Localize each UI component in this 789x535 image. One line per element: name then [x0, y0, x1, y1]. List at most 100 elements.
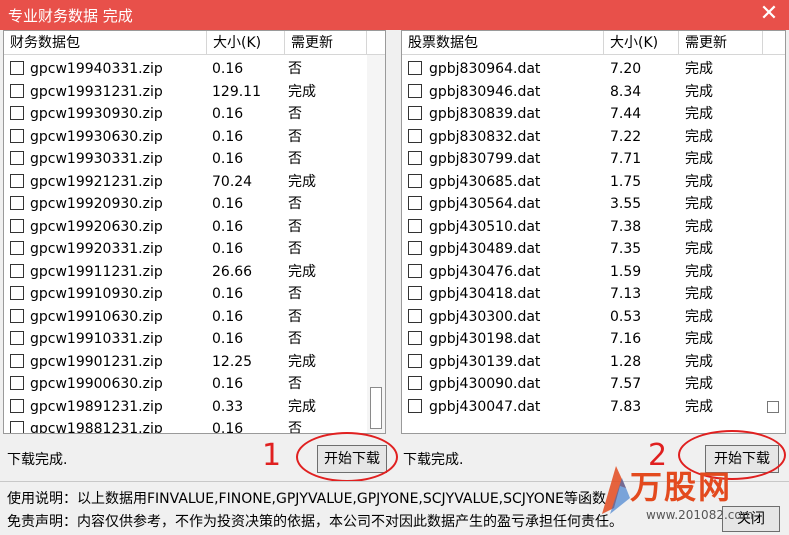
row-checkbox[interactable] — [10, 263, 24, 278]
file-size: 1.75 — [610, 173, 642, 190]
row-checkbox[interactable] — [10, 353, 24, 368]
file-size: 0.16 — [212, 331, 244, 347]
file-name: gpbj430090.dat — [429, 376, 541, 392]
table-row[interactable]: gpcw19931231.zip 129.11 完成 — [4, 81, 385, 104]
row-checkbox[interactable] — [408, 218, 422, 233]
table-row[interactable]: gpbj430489.dat 7.35 完成 — [402, 238, 785, 261]
table-row[interactable]: gpbj430418.dat 7.13 完成 — [402, 283, 785, 306]
file-name: gpcw19881231.zip — [30, 421, 163, 434]
col-header-size[interactable]: 大小(K) — [207, 31, 285, 55]
row-checkbox[interactable] — [408, 398, 422, 413]
table-row[interactable]: gpbj830799.dat 7.71 完成 — [402, 148, 785, 171]
row-checkbox[interactable] — [408, 128, 422, 143]
file-name: gpbj430685.dat — [429, 173, 541, 190]
table-row[interactable]: gpcw19910930.zip 0.16 否 — [4, 283, 385, 306]
file-size: 0.16 — [212, 128, 244, 145]
update-status: 否 — [288, 151, 302, 167]
row-checkbox[interactable] — [408, 331, 422, 345]
stock-data-list: 股票数据包 大小(K) 需更新 gpbj830964.dat 7.20 完成 gpbj… — [401, 30, 786, 434]
row-checkbox[interactable] — [10, 106, 24, 120]
row-checkbox[interactable] — [408, 263, 422, 278]
file-name: gpbj430139.dat — [429, 353, 541, 370]
row-checkbox[interactable] — [10, 241, 24, 255]
row-checkbox[interactable] — [408, 196, 422, 210]
row-checkbox[interactable] — [10, 376, 24, 390]
row-checkbox[interactable] — [408, 376, 422, 390]
row-checkbox[interactable] — [408, 106, 422, 120]
row-checkbox[interactable] — [10, 128, 24, 143]
table-row[interactable]: gpbj430564.dat 3.55 完成 — [402, 193, 785, 216]
row-checkbox[interactable] — [10, 173, 24, 188]
table-row[interactable]: gpcw19920331.zip 0.16 否 — [4, 238, 385, 261]
row-checkbox[interactable] — [408, 61, 422, 75]
row-checkbox[interactable] — [408, 173, 422, 188]
finance-list-scrollbar[interactable] — [367, 55, 385, 433]
col-header-finance-package[interactable]: 财务数据包 — [4, 31, 207, 55]
table-row[interactable]: gpcw19900630.zip 0.16 否 — [4, 373, 385, 396]
scroll-corner-box — [767, 401, 779, 413]
row-checkbox[interactable] — [408, 308, 422, 323]
update-status: 完成 — [685, 106, 713, 122]
table-row[interactable]: gpcw19910331.zip 0.16 否 — [4, 328, 385, 351]
col-header-needs-update[interactable]: 需更新 — [679, 31, 763, 55]
col-header-size[interactable]: 大小(K) — [604, 31, 679, 55]
col-header-needs-update[interactable]: 需更新 — [285, 31, 367, 55]
table-row[interactable]: gpbj430047.dat 7.83 完成 — [402, 396, 785, 419]
table-row[interactable]: gpcw19881231.zip 0.16 否 — [4, 418, 385, 434]
file-size: 0.16 — [212, 151, 244, 167]
row-checkbox[interactable] — [408, 241, 422, 255]
file-name: gpbj430510.dat — [429, 218, 541, 235]
row-checkbox[interactable] — [10, 286, 24, 300]
file-name: gpcw19891231.zip — [30, 398, 163, 415]
row-checkbox[interactable] — [10, 331, 24, 345]
row-checkbox[interactable] — [408, 151, 422, 165]
table-row[interactable]: gpbj430139.dat 1.28 完成 — [402, 351, 785, 374]
row-checkbox[interactable] — [10, 421, 24, 433]
table-row[interactable]: gpcw19921231.zip 70.24 完成 — [4, 171, 385, 194]
table-row[interactable]: gpbj430685.dat 1.75 完成 — [402, 171, 785, 194]
col-header-stock-package[interactable]: 股票数据包 — [402, 31, 604, 55]
close-icon[interactable]: ✕ — [757, 2, 781, 26]
table-row[interactable]: gpcw19910630.zip 0.16 否 — [4, 306, 385, 329]
table-row[interactable]: gpcw19930930.zip 0.16 否 — [4, 103, 385, 126]
row-checkbox[interactable] — [10, 218, 24, 233]
file-name: gpbj430300.dat — [429, 308, 541, 325]
file-size: 0.16 — [212, 241, 244, 257]
update-status: 否 — [288, 106, 302, 122]
row-checkbox[interactable] — [10, 398, 24, 413]
table-row[interactable]: gpcw19930630.zip 0.16 否 — [4, 126, 385, 149]
scroll-thumb[interactable] — [370, 387, 382, 429]
table-row[interactable]: gpbj830839.dat 7.44 完成 — [402, 103, 785, 126]
table-row[interactable]: gpcw19920930.zip 0.16 否 — [4, 193, 385, 216]
table-row[interactable]: gpbj430510.dat 7.38 完成 — [402, 216, 785, 239]
table-row[interactable]: gpbj430090.dat 7.57 完成 — [402, 373, 785, 396]
row-checkbox[interactable] — [408, 286, 422, 300]
table-row[interactable]: gpbj830832.dat 7.22 完成 — [402, 126, 785, 149]
row-checkbox[interactable] — [10, 61, 24, 75]
table-row[interactable]: gpbj430476.dat 1.59 完成 — [402, 261, 785, 284]
table-row[interactable]: gpbj430198.dat 7.16 完成 — [402, 328, 785, 351]
row-checkbox[interactable] — [408, 353, 422, 368]
table-row[interactable]: gpcw19940331.zip 0.16 否 — [4, 58, 385, 81]
table-row[interactable]: gpcw19891231.zip 0.33 完成 — [4, 396, 385, 419]
table-row[interactable]: gpbj430300.dat 0.53 完成 — [402, 306, 785, 329]
file-size: 7.57 — [610, 376, 642, 392]
table-row[interactable]: gpcw19901231.zip 12.25 完成 — [4, 351, 385, 374]
row-checkbox[interactable] — [10, 196, 24, 210]
file-size: 0.53 — [610, 308, 642, 325]
close-button[interactable]: 关闭 — [722, 506, 780, 532]
row-checkbox[interactable] — [10, 151, 24, 165]
table-row[interactable]: gpcw19930331.zip 0.16 否 — [4, 148, 385, 171]
row-checkbox[interactable] — [408, 83, 422, 98]
table-row[interactable]: gpcw19911231.zip 26.66 完成 — [4, 261, 385, 284]
update-status: 完成 — [685, 61, 713, 77]
table-row[interactable]: gpbj830964.dat 7.20 完成 — [402, 58, 785, 81]
table-row[interactable]: gpcw19920630.zip 0.16 否 — [4, 216, 385, 239]
finance-data-list: 财务数据包 大小(K) 需更新 gpcw19940331.zip 0.16 否 gpc… — [3, 30, 386, 434]
update-status: 完成 — [685, 83, 713, 100]
row-checkbox[interactable] — [10, 308, 24, 323]
row-checkbox[interactable] — [10, 83, 24, 98]
table-row[interactable]: gpbj830946.dat 8.34 完成 — [402, 81, 785, 104]
update-status: 完成 — [685, 286, 713, 302]
file-size: 12.25 — [212, 353, 253, 370]
